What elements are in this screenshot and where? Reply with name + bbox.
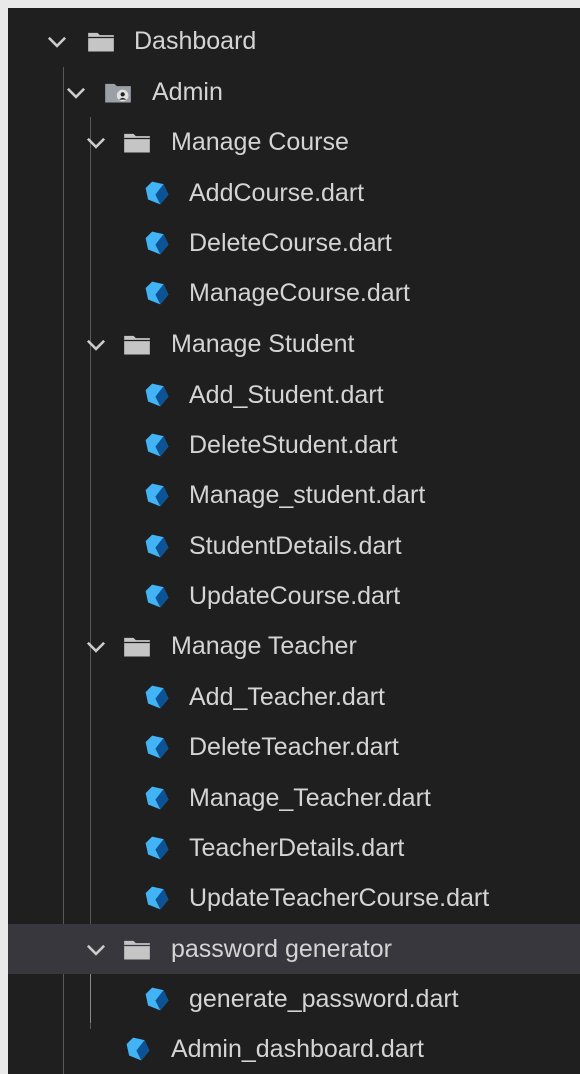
tree-file-delete-course[interactable]: DeleteCourse.dart: [8, 218, 580, 268]
dart-file-icon: [145, 483, 169, 507]
tree-file-add-student[interactable]: Add_Student.dart: [8, 370, 580, 420]
tree-file-manage-teacher[interactable]: Manage_Teacher.dart: [8, 773, 580, 823]
tree-folder-dashboard[interactable]: Dashboard: [8, 16, 580, 66]
tree-label: StudentDetails.dart: [189, 532, 402, 560]
folder-icon: [124, 637, 150, 657]
chevron-down-icon[interactable]: [83, 633, 109, 659]
dart-file-icon: [145, 281, 169, 305]
tree-file-delete-teacher[interactable]: DeleteTeacher.dart: [8, 722, 580, 772]
tree-folder-admin[interactable]: Admin: [8, 67, 580, 117]
chevron-down-icon[interactable]: [63, 79, 89, 105]
tree-label: Manage Student: [171, 330, 355, 358]
tree-file-update-teacher-course[interactable]: UpdateTeacherCourse.dart: [8, 873, 580, 923]
tree-label: Admin_dashboard.dart: [171, 1035, 424, 1063]
dart-file-icon: [145, 181, 169, 205]
tree-label: DeleteCourse.dart: [189, 229, 392, 257]
tree-file-teacher-details[interactable]: TeacherDetails.dart: [8, 823, 580, 873]
tree-label: Manage_student.dart: [189, 481, 426, 509]
folder-icon: [124, 940, 150, 960]
dart-file-icon: [145, 786, 169, 810]
tree-label: Dashboard: [134, 27, 257, 55]
tree-label: Add_Student.dart: [189, 381, 384, 409]
dart-file-icon: [145, 383, 169, 407]
tree-label: TeacherDetails.dart: [189, 834, 405, 862]
dart-file-icon: [145, 735, 169, 759]
tree-label: Manage_Teacher.dart: [189, 784, 431, 812]
tree-file-update-course[interactable]: UpdateCourse.dart: [8, 571, 580, 621]
tree-label: Manage Course: [171, 128, 349, 156]
dart-file-icon: [145, 534, 169, 558]
tree-file-delete-student[interactable]: DeleteStudent.dart: [8, 420, 580, 470]
tree-file-generate-password[interactable]: generate_password.dart: [8, 974, 580, 1024]
tree-label: AddCourse.dart: [189, 179, 365, 207]
tree-file-manage-course[interactable]: ManageCourse.dart: [8, 268, 580, 318]
tree-file-add-teacher[interactable]: Add_Teacher.dart: [8, 672, 580, 722]
chevron-down-icon[interactable]: [83, 331, 109, 357]
tree-label: DeleteStudent.dart: [189, 431, 398, 459]
dart-file-icon: [145, 685, 169, 709]
tree-label: DeleteTeacher.dart: [189, 733, 399, 761]
tree-label: UpdateTeacherCourse.dart: [189, 884, 490, 912]
tree-label: generate_password.dart: [189, 985, 459, 1013]
tree-folder-password-generator[interactable]: password generator: [8, 924, 580, 974]
chevron-down-icon[interactable]: [83, 936, 109, 962]
dart-file-icon: [126, 1037, 150, 1061]
tree-label: ManageCourse.dart: [189, 279, 410, 307]
folder-admin-icon: [105, 83, 131, 103]
tree-file-student-details[interactable]: StudentDetails.dart: [8, 521, 580, 571]
tree-folder-manage-student[interactable]: Manage Student: [8, 319, 580, 369]
tree-folder-manage-teacher[interactable]: Manage Teacher: [8, 621, 580, 671]
dart-file-icon: [145, 987, 169, 1011]
folder-icon: [88, 32, 114, 52]
dart-file-icon: [145, 584, 169, 608]
tree-label: Add_Teacher.dart: [189, 683, 385, 711]
chevron-down-icon[interactable]: [44, 28, 70, 54]
chevron-down-icon[interactable]: [83, 129, 109, 155]
tree-label: password generator: [171, 935, 392, 963]
dart-file-icon: [145, 433, 169, 457]
tree-label: Manage Teacher: [171, 632, 357, 660]
tree-label: Admin: [152, 78, 223, 106]
tree-label: UpdateCourse.dart: [189, 582, 401, 610]
dart-file-icon: [145, 836, 169, 860]
dart-file-icon: [145, 886, 169, 910]
folder-icon: [124, 335, 150, 355]
tree-file-manage-student[interactable]: Manage_student.dart: [8, 470, 580, 520]
folder-icon: [124, 133, 150, 153]
tree-file-admin-dashboard[interactable]: Admin_dashboard.dart: [8, 1024, 580, 1074]
tree-file-add-course[interactable]: AddCourse.dart: [8, 168, 580, 218]
file-explorer-tree: Dashboard Admin Manage Course AddCourse.…: [8, 8, 580, 1074]
tree-folder-manage-course[interactable]: Manage Course: [8, 117, 580, 167]
dart-file-icon: [145, 231, 169, 255]
